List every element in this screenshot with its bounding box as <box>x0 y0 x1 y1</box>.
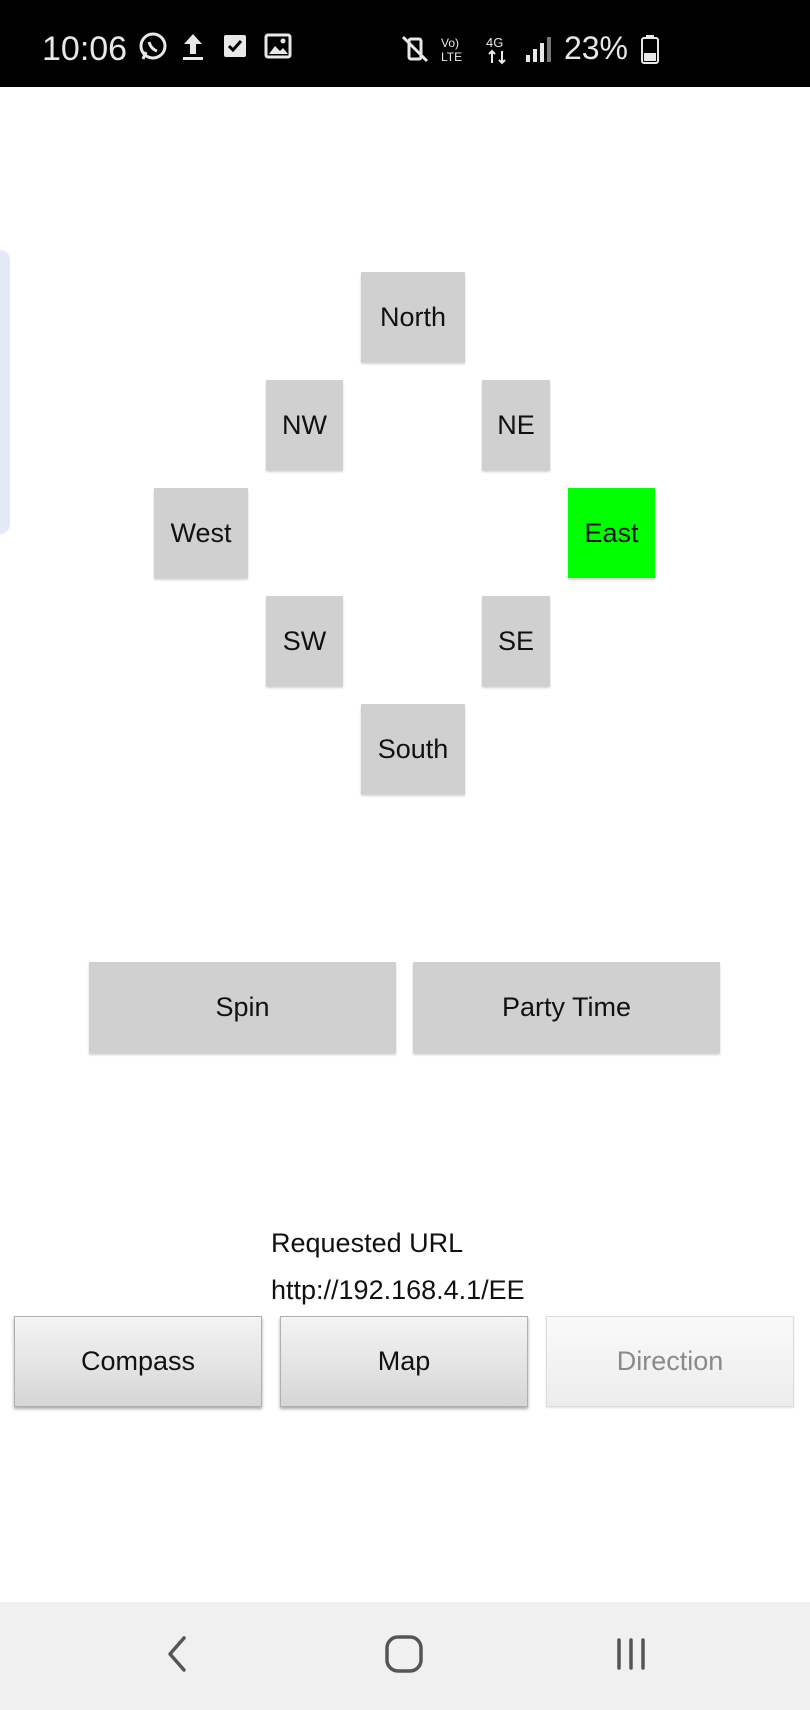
west-label: West <box>170 517 232 548</box>
back-icon <box>162 1632 192 1681</box>
image-icon <box>264 30 292 62</box>
svg-text:Vo): Vo) <box>441 36 459 50</box>
status-bar: 10:06 Vo) LTE 4G 23% <box>0 0 810 87</box>
back-button[interactable] <box>142 1624 212 1688</box>
status-time: 10:06 <box>42 30 128 68</box>
east-label: East <box>584 517 639 548</box>
tab-direction-label: Direction <box>616 1346 724 1376</box>
4g-icon: 4G <box>484 33 512 65</box>
mute-vibrate-icon <box>400 33 429 65</box>
sw-button[interactable]: SW <box>266 596 343 686</box>
navigation-bar <box>0 1602 810 1710</box>
north-label: North <box>379 301 447 332</box>
svg-text:4G: 4G <box>486 35 503 50</box>
recents-button[interactable] <box>596 1624 666 1688</box>
nw-button[interactable]: NW <box>266 380 343 470</box>
requested-url-value: http://192.168.4.1/EE <box>271 1275 525 1305</box>
ne-button[interactable]: NE <box>482 380 550 470</box>
volte-icon: Vo) LTE <box>440 33 472 65</box>
battery-percent: 23% <box>563 30 628 66</box>
north-button[interactable]: North <box>361 272 465 362</box>
se-label: SE <box>497 625 535 656</box>
ne-label: NE <box>497 409 535 440</box>
south-label: South <box>377 733 449 764</box>
tab-map-label: Map <box>377 1346 431 1376</box>
home-icon <box>383 1633 425 1680</box>
upload-icon <box>180 30 208 62</box>
home-button[interactable] <box>369 1624 439 1688</box>
tab-map[interactable]: Map <box>280 1316 528 1407</box>
west-button[interactable]: West <box>154 488 248 578</box>
spin-label: Spin <box>215 992 270 1022</box>
requested-url-label: Requested URL <box>271 1228 464 1258</box>
checkbox-icon <box>222 30 250 62</box>
whatsapp-icon <box>138 30 167 62</box>
spin-button[interactable]: Spin <box>89 962 396 1053</box>
party-time-label: Party Time <box>501 992 632 1022</box>
sw-label: SW <box>282 625 327 656</box>
east-button[interactable]: East <box>568 488 655 578</box>
tab-compass-label: Compass <box>80 1346 196 1376</box>
signal-icon <box>524 33 552 65</box>
svg-text:LTE: LTE <box>441 50 462 64</box>
side-edge-panel-handle[interactable] <box>0 250 10 534</box>
south-button[interactable]: South <box>361 704 465 794</box>
tab-direction[interactable]: Direction <box>546 1316 794 1407</box>
tab-compass[interactable]: Compass <box>14 1316 262 1407</box>
battery-icon <box>640 33 660 65</box>
party-time-button[interactable]: Party Time <box>413 962 720 1053</box>
nw-label: NW <box>282 409 327 440</box>
se-button[interactable]: SE <box>482 596 550 686</box>
recents-icon <box>611 1634 651 1679</box>
